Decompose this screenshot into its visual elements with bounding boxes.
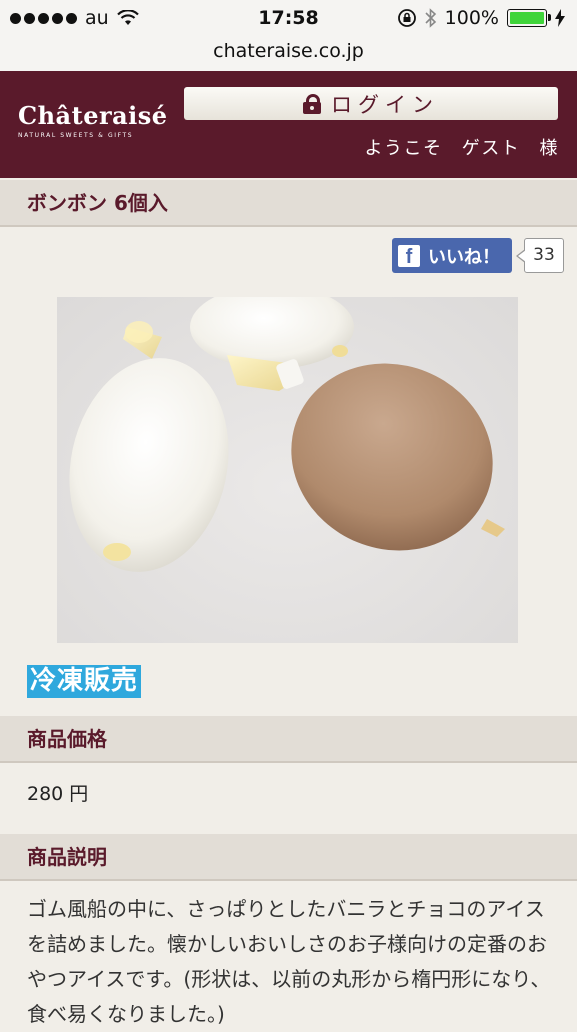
- frozen-sale-badge: 冷凍販売: [27, 665, 142, 698]
- like-count: 33: [516, 238, 564, 273]
- product-price: 280 円: [27, 783, 89, 805]
- login-label: ログイン: [331, 92, 439, 117]
- address-bar[interactable]: chateraise.co.jp: [0, 38, 577, 71]
- price-heading: 商品価格: [0, 716, 577, 763]
- rotation-lock-icon: [397, 9, 416, 27]
- product-description: ゴム風船の中に、さっぱりとしたバニラとチョコのアイスを詰めました。懐かしいおいし…: [27, 897, 551, 1026]
- logo-wordmark: Châteraisé: [18, 101, 168, 130]
- login-button[interactable]: ログイン: [184, 87, 558, 120]
- status-bar: au 17:58 100%: [0, 0, 577, 38]
- battery-icon: [507, 9, 551, 27]
- like-label: いいね！: [428, 246, 500, 268]
- product-title: ボンボン 6個入: [0, 180, 577, 227]
- lock-icon: [303, 93, 321, 114]
- facebook-like-button[interactable]: f いいね！: [392, 238, 512, 273]
- url-text: chateraise.co.jp: [213, 40, 364, 62]
- battery-percent: 100%: [444, 7, 499, 29]
- product-image: [57, 297, 518, 643]
- charging-icon: [555, 9, 565, 27]
- facebook-like: f いいね！ 33: [392, 238, 564, 273]
- ice-balloons-illustration: [69, 297, 505, 572]
- welcome-text: ようこそ ゲスト 様: [364, 138, 559, 159]
- status-right-group: 100%: [397, 7, 565, 29]
- logo-tagline: NATURAL SWEETS & GIFTS: [18, 132, 134, 139]
- bluetooth-icon: [425, 8, 436, 28]
- site-logo[interactable]: Châteraisé NATURAL SWEETS & GIFTS: [18, 101, 168, 139]
- description-heading: 商品説明: [0, 834, 577, 881]
- site-header: Châteraisé NATURAL SWEETS & GIFTS ログイン よ…: [0, 71, 577, 178]
- facebook-icon: f: [398, 244, 420, 268]
